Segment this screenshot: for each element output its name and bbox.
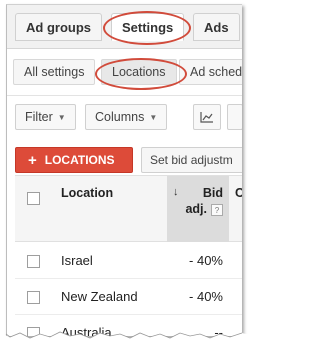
column-header-location[interactable]: Location xyxy=(61,186,113,200)
table-row: Israel - 40% xyxy=(15,243,242,279)
tab-settings[interactable]: Settings xyxy=(111,13,185,41)
toolbar: Filter ▼ Columns ▼ xyxy=(7,97,242,141)
select-all-checkbox[interactable] xyxy=(27,192,40,205)
row-checkbox[interactable] xyxy=(27,255,40,268)
tab-ad-groups[interactable]: Ad groups xyxy=(15,13,102,41)
filter-label: Filter xyxy=(25,110,53,124)
row-checkbox[interactable] xyxy=(27,291,40,304)
column-header-next[interactable]: C xyxy=(235,186,242,200)
screenshot-frame: Ad groups Settings Ads All settings Loca… xyxy=(6,4,242,336)
subtab-all-settings[interactable]: All settings xyxy=(13,59,96,85)
line-chart-icon xyxy=(200,112,213,123)
subtab-locations[interactable]: Locations xyxy=(101,59,177,85)
bid-adj-cell[interactable]: - 40% xyxy=(167,253,229,268)
caret-down-icon: ▼ xyxy=(149,112,158,122)
columns-label: Columns xyxy=(95,110,145,124)
more-toolbar-button[interactable] xyxy=(227,104,242,130)
help-icon[interactable]: ? xyxy=(211,204,223,216)
location-cell: New Zealand xyxy=(61,289,138,304)
locations-table: Location ↓ Bid adj. ? C Israel - 40% New… xyxy=(15,175,242,336)
torn-edge-decoration xyxy=(0,331,250,344)
filter-button[interactable]: Filter ▼ xyxy=(15,104,76,130)
add-locations-label: LOCATIONS xyxy=(44,153,115,167)
bid-header-line2: adj. xyxy=(185,202,207,216)
table-header: Location ↓ Bid adj. ? C xyxy=(15,176,242,242)
chart-button[interactable] xyxy=(193,104,221,130)
set-bid-adjustment-button[interactable]: Set bid adjustm xyxy=(141,147,242,173)
sort-arrow-icon: ↓ xyxy=(173,186,179,198)
settings-subtabs: All settings Locations Ad sched xyxy=(7,50,242,96)
tab-ads[interactable]: Ads xyxy=(193,13,240,41)
plus-icon: + xyxy=(28,151,37,169)
bid-adj-cell[interactable]: - 40% xyxy=(167,289,229,304)
column-header-bid-adj[interactable]: ↓ Bid adj. ? xyxy=(167,176,229,242)
campaign-tabs: Ad groups Settings Ads xyxy=(7,5,242,49)
table-row: New Zealand - 40% xyxy=(15,279,242,315)
add-locations-button[interactable]: + LOCATIONS xyxy=(15,147,133,173)
set-bid-adjustment-label: Set bid adjustm xyxy=(150,153,233,167)
bid-header-line1: Bid xyxy=(202,186,223,200)
subtab-ad-schedule[interactable]: Ad sched xyxy=(179,59,242,85)
location-cell: Israel xyxy=(61,253,93,268)
columns-button[interactable]: Columns ▼ xyxy=(85,104,168,130)
caret-down-icon: ▼ xyxy=(57,112,66,122)
